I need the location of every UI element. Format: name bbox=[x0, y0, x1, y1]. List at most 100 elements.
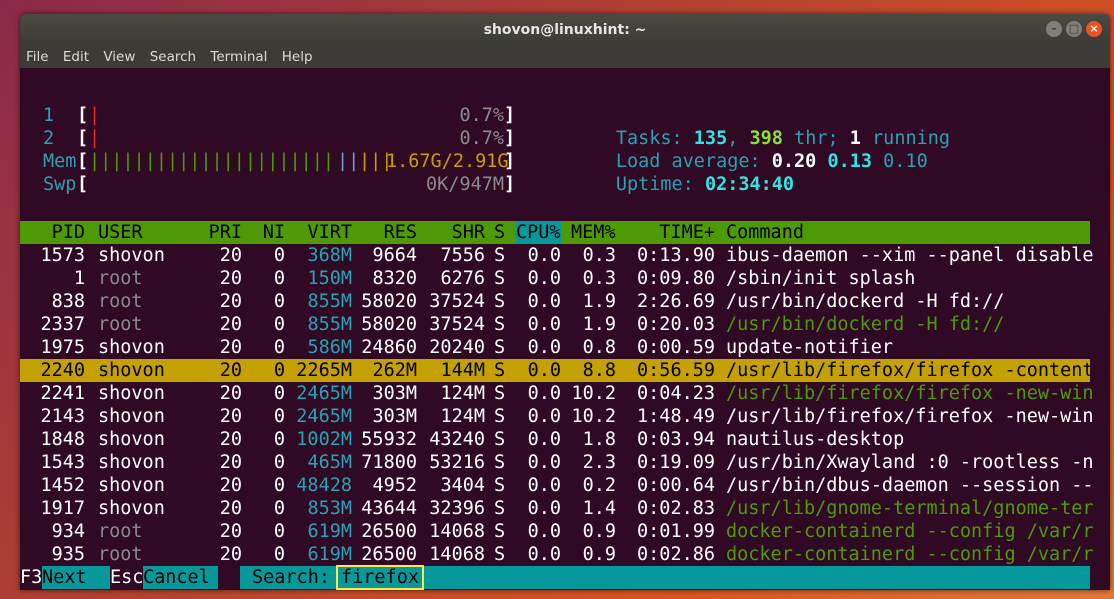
cell-user: shovon bbox=[98, 337, 165, 358]
cell-cpu: 0.0 bbox=[527, 291, 561, 312]
maximize-icon[interactable]: □ bbox=[1066, 21, 1082, 37]
table-row[interactable]: 2143 shovon 20 0 2465M 303M 124M S 0.0 10.2 1:48.4… bbox=[20, 405, 1093, 428]
menu-file[interactable]: File bbox=[26, 49, 49, 65]
cpu1-bar: | bbox=[89, 105, 101, 126]
col-cpu[interactable]: CPU% bbox=[516, 221, 561, 244]
col-res[interactable]: RES bbox=[355, 221, 417, 244]
cell-res: 26500 bbox=[361, 544, 417, 565]
table-row[interactable]: 934 root 20 0 619M 26500 14068 S 0.0 0.9 0:01.99 do… bbox=[20, 520, 1094, 543]
cell-shr: 43240 bbox=[429, 429, 485, 450]
terminal-content[interactable]: 1 [ | 0.7% ] 2 [ | 0.7% ] Mem [ ||||||||… bbox=[20, 68, 1110, 590]
menu-search[interactable]: Search bbox=[150, 49, 196, 65]
table-row[interactable]: 1543 shovon 20 0 465M 71800 53216 S 0.0 2.3 0:19.0… bbox=[20, 451, 1093, 474]
swp-meter: Swp [ 0K/947M ] bbox=[20, 173, 515, 196]
menu-terminal[interactable]: Terminal bbox=[210, 49, 267, 65]
close-icon[interactable]: × bbox=[1086, 21, 1102, 37]
col-user[interactable]: USER bbox=[98, 221, 143, 244]
table-row[interactable]: 838 root 20 0 855M 58020 37524 S 0.0 1.9 2:26.69/u… bbox=[20, 290, 1090, 313]
cell-ni: 0 bbox=[273, 291, 285, 312]
search-bar: F3 Next Esc Cancel Search: firefox bbox=[20, 565, 1110, 590]
cancel-button[interactable]: Cancel bbox=[143, 566, 218, 589]
cell-pri: 20 bbox=[219, 429, 242, 450]
cell-pri: 20 bbox=[219, 337, 242, 358]
cell-res: 9664 bbox=[372, 245, 417, 266]
cell-pri: 20 bbox=[219, 544, 242, 565]
menu-view[interactable]: View bbox=[103, 49, 135, 65]
menu-help[interactable]: Help bbox=[282, 49, 313, 65]
cell-cmd: /usr/bin/dockerd -H fd:// bbox=[726, 314, 1005, 335]
cell-cmd: /usr/lib/gnome-terminal/gnome-ter bbox=[726, 498, 1094, 519]
minimize-icon[interactable]: – bbox=[1046, 21, 1062, 37]
cell-mem: 8.8 bbox=[582, 360, 616, 381]
cell-ni: 0 bbox=[273, 475, 285, 496]
cell-virt: 465M bbox=[307, 452, 352, 473]
cell-time: 0:13.90 bbox=[637, 245, 715, 266]
meter-bracket-open: [ bbox=[77, 151, 89, 172]
window-controls: – □ × bbox=[1046, 21, 1102, 37]
table-row[interactable]: 1452 shovon 20 0 48428 4952 3404 S 0.0 0.2 0:00.64… bbox=[20, 474, 1093, 497]
col-virt[interactable]: VIRT bbox=[290, 221, 352, 244]
search-input[interactable]: firefox bbox=[336, 565, 424, 590]
cell-cpu: 0.0 bbox=[527, 521, 561, 542]
cell-shr: 7556 bbox=[440, 245, 485, 266]
cell-shr: 20240 bbox=[429, 337, 485, 358]
cell-user: shovon bbox=[98, 429, 165, 450]
cell-s: S bbox=[494, 291, 506, 312]
col-s[interactable]: S bbox=[494, 221, 505, 244]
cell-virt: 2465M bbox=[296, 406, 352, 427]
col-ni[interactable]: NI bbox=[250, 221, 285, 244]
cell-s: S bbox=[494, 314, 506, 335]
cpu2-label: 2 bbox=[43, 128, 55, 149]
table-row[interactable]: 1975 shovon 20 0 586M 24860 20240 S 0.0 0.8 0:00.5… bbox=[20, 336, 1090, 359]
table-row[interactable]: 1 root 20 0 150M 8320 6276 S 0.0 0.3 0:09.80/sbin/… bbox=[20, 267, 1090, 290]
table-row-selected[interactable]: 2240 shovon 20 0 2265M 262M 144M S 0.0 8.8 0:56.59… bbox=[20, 359, 1094, 382]
col-shr[interactable]: SHR bbox=[420, 221, 485, 244]
table-row[interactable]: 1848 shovon 20 0 1002M 55932 43240 S 0.0 1.8 0:03.… bbox=[20, 428, 1090, 451]
cell-mem: 1.9 bbox=[582, 291, 616, 312]
cell-time: 0:00.59 bbox=[637, 337, 715, 358]
cell-shr: 32396 bbox=[429, 498, 485, 519]
mem-meter: Mem [ |||||||||||||||||||||| || ||| 1.67… bbox=[20, 150, 515, 173]
cell-mem: 2.3 bbox=[582, 452, 616, 473]
cpu2-meter: 2 [ | 0.7% ] bbox=[20, 127, 515, 150]
cell-user: shovon bbox=[98, 498, 165, 519]
cell-res: 8320 bbox=[372, 268, 417, 289]
cpu2-bar: | bbox=[89, 128, 101, 149]
cell-cpu: 0.0 bbox=[527, 268, 561, 289]
cell-pri: 20 bbox=[219, 452, 242, 473]
cell-user: shovon bbox=[98, 406, 165, 427]
tasks-line: Tasks: 135, 398 thr; 1 running bbox=[549, 104, 950, 149]
col-mem[interactable]: MEM% bbox=[571, 221, 616, 244]
table-row[interactable]: 1573 shovon 20 0 368M 9664 7556 S 0.0 0.3 0:13.90 i… bbox=[20, 244, 1093, 267]
cell-ni: 0 bbox=[273, 544, 285, 565]
cell-mem: 0.3 bbox=[582, 268, 616, 289]
cell-mem: 1.8 bbox=[582, 429, 616, 450]
col-command[interactable]: Command bbox=[726, 221, 804, 244]
cell-s: S bbox=[494, 498, 506, 519]
cell-time: 0:02.83 bbox=[637, 498, 715, 519]
cell-ni: 0 bbox=[273, 314, 285, 335]
cell-shr: 14068 bbox=[429, 521, 485, 542]
col-pri[interactable]: PRI bbox=[190, 221, 242, 244]
cpu1-label: 1 bbox=[43, 105, 55, 126]
cell-pid: 838 bbox=[51, 291, 85, 312]
cell-mem: 0.8 bbox=[582, 337, 616, 358]
table-row[interactable]: 935 root 20 0 619M 26500 14068 S 0.0 0.9 0:02.86 do… bbox=[20, 543, 1094, 566]
cell-user: shovon bbox=[98, 452, 165, 473]
cell-pid: 934 bbox=[51, 521, 85, 542]
next-button[interactable]: Next bbox=[42, 566, 110, 589]
cell-res: 262M bbox=[372, 360, 417, 381]
table-row[interactable]: 2337 root 20 0 855M 58020 37524 S 0.0 1.9 0:20.03 /… bbox=[20, 313, 1090, 336]
col-time[interactable]: TIME+ bbox=[630, 221, 715, 244]
col-pid[interactable]: PID bbox=[20, 221, 85, 244]
cell-res: 58020 bbox=[361, 291, 417, 312]
menu-edit[interactable]: Edit bbox=[63, 49, 89, 65]
cell-virt: 619M bbox=[307, 521, 352, 542]
cell-virt: 853M bbox=[307, 498, 352, 519]
table-row[interactable]: 2241 shovon 20 0 2465M 303M 124M S 0.0 10.2 0:04.2… bbox=[20, 382, 1093, 405]
table-row[interactable]: 1917 shovon 20 0 853M 43644 32396 S 0.0 1.4 0:02.8… bbox=[20, 497, 1093, 520]
cell-pid: 2241 bbox=[40, 383, 85, 404]
cell-pri: 20 bbox=[219, 291, 242, 312]
cell-virt: 619M bbox=[307, 544, 352, 565]
cell-cpu: 0.0 bbox=[527, 314, 561, 335]
